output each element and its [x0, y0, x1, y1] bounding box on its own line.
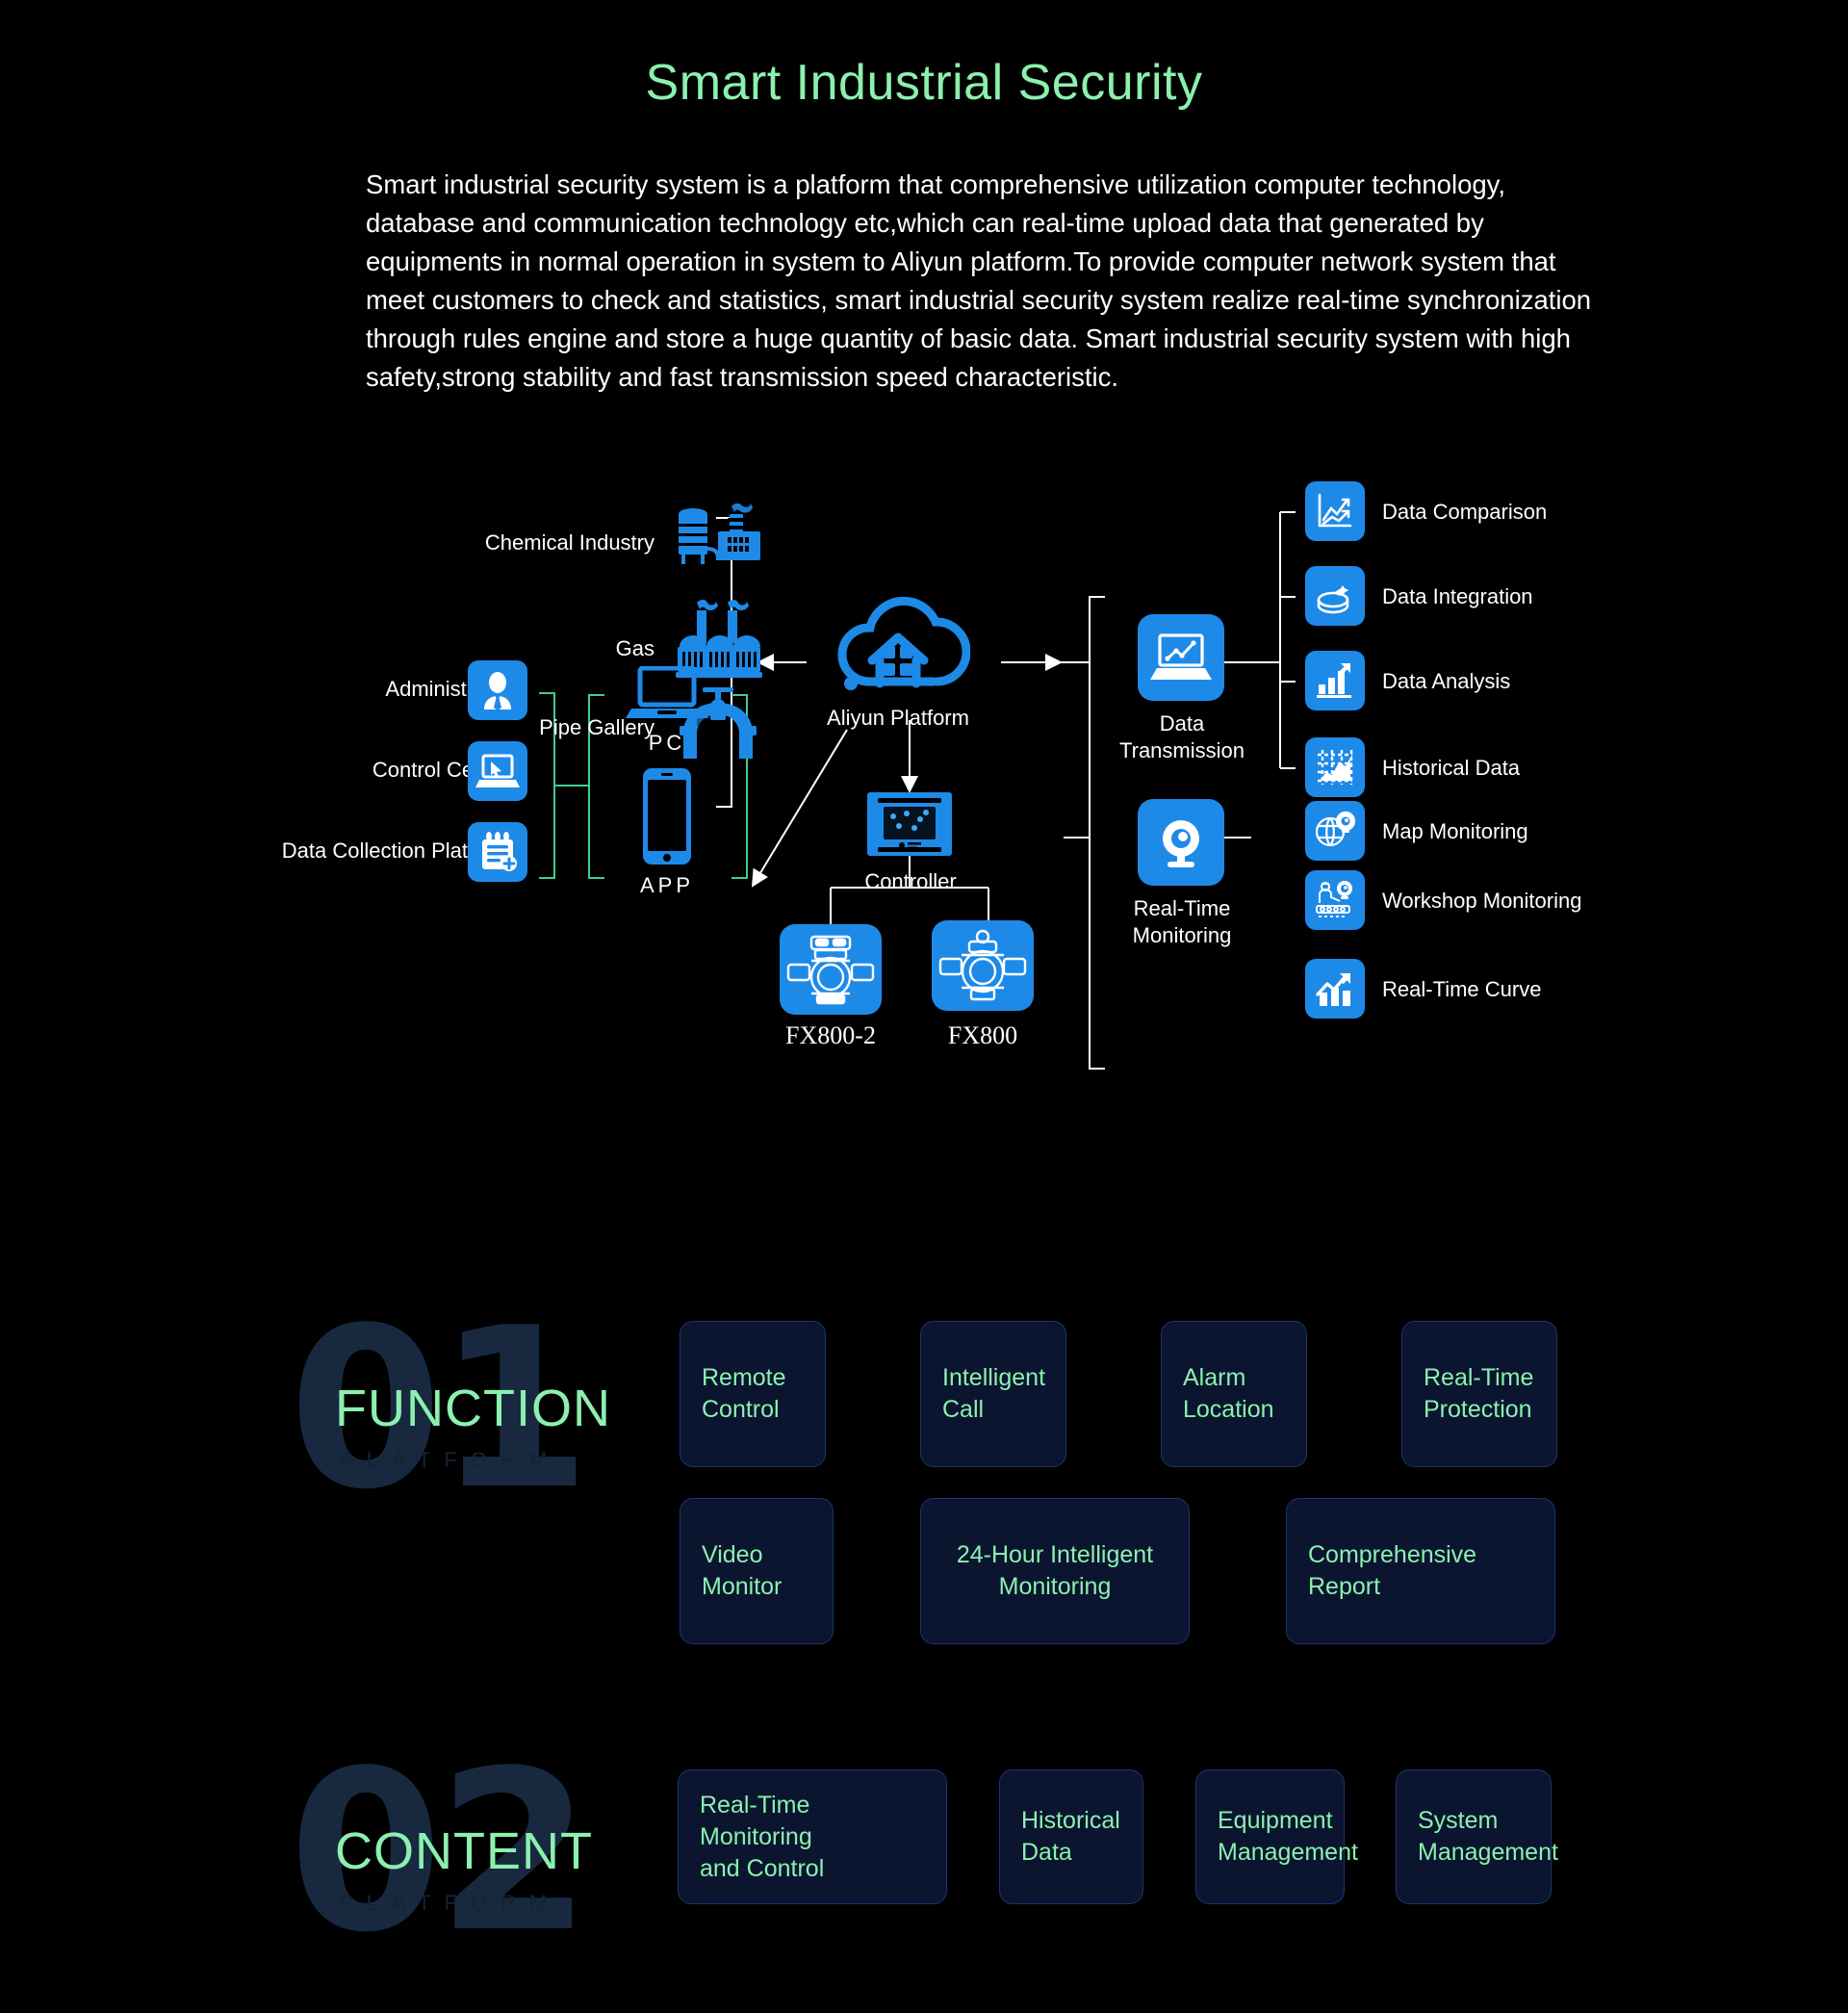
data-output-label-1: Data Integration [1382, 584, 1533, 608]
content-card-historical-data[interactable]: Historical Data [999, 1769, 1143, 1904]
data-transmission-label: Data Transmission [1119, 711, 1245, 762]
monitor-output-label-2: Real-Time Curve [1382, 977, 1542, 1001]
curve-bar-icon [1305, 959, 1365, 1019]
content-card-system-management[interactable]: System Management [1396, 1769, 1558, 1904]
section-title-function: FUNCTION [335, 1380, 611, 1437]
gas-detector-2-icon [780, 924, 882, 1015]
source-label-gas: Gas [615, 636, 654, 660]
platform-label: Aliyun Platform [827, 706, 969, 730]
pie-database-icon [1305, 566, 1365, 626]
function-card-comprehensive-report[interactable]: Comprehensive Report [1286, 1498, 1555, 1644]
architecture-diagram: Chemical Industry Gas Pipe Gallery Aliyu… [0, 452, 1848, 1203]
function-card-24-hour-intelligent-monitoring[interactable]: 24-Hour Intelligent Monitoring [920, 1498, 1190, 1644]
gas-detector-icon [932, 920, 1034, 1011]
intro-paragraph: Smart industrial security system is a pl… [366, 169, 1592, 392]
conveyor-camera-icon [1305, 870, 1365, 930]
function-card-real-time-protection[interactable]: Real-Time Protection [1401, 1321, 1557, 1467]
user-label-data-collection-platform: Data Collection Platform [281, 839, 510, 863]
cloud-home-icon [826, 587, 971, 708]
section-subtitle-content: PLATFORM [339, 1891, 561, 1915]
client-label-app: APP [639, 873, 695, 897]
real-time-monitoring-label: Real-Time Monitoring [1132, 896, 1232, 947]
line-chart-compare-icon [1305, 481, 1365, 541]
content-card-real-time-monitoring-and-control[interactable]: Real-Time Monitoring and Control [678, 1769, 947, 1904]
controller-label: Controller [864, 869, 957, 893]
globe-camera-icon [1305, 801, 1365, 861]
monitor-output-label-0: Map Monitoring [1382, 819, 1528, 843]
smartphone-icon [637, 766, 697, 871]
section-title-content: CONTENT [335, 1822, 593, 1880]
bar-chart-arrow-icon [1305, 651, 1365, 710]
source-label-chemical-industry: Chemical Industry [484, 530, 654, 555]
function-card-alarm-location[interactable]: Alarm Location [1161, 1321, 1307, 1467]
section-subtitle-function: PLATFORM [339, 1448, 561, 1472]
section-content: 02 CONTENT PLATFORM Real-Time Monitoring… [0, 1733, 1848, 1993]
client-label-pc: PC [648, 731, 686, 755]
webcam-icon [1138, 799, 1224, 886]
laptop-cursor-icon [468, 741, 527, 801]
monitor-output-label-1: Workshop Monitoring [1382, 889, 1582, 913]
factory-icon [674, 499, 762, 577]
clipboard-add-icon [468, 822, 527, 882]
function-card-video-monitor[interactable]: Video Monitor [680, 1498, 834, 1644]
function-card-remote-control[interactable]: Remote Control [680, 1321, 826, 1467]
page-title: Smart Industrial Security [645, 55, 1203, 111]
section-function: 01 FUNCTION PLATFORM Remote Control Inte… [0, 1290, 1848, 1733]
laptop-chart-icon [1138, 614, 1224, 701]
controller-panel-icon [864, 789, 955, 867]
data-output-label-2: Data Analysis [1382, 669, 1511, 693]
user-tie-icon [468, 660, 527, 720]
device-label-fx800-2: FX800-2 [785, 1021, 876, 1049]
data-output-label-3: Historical Data [1382, 756, 1521, 780]
device-label-fx800: FX800 [947, 1021, 1018, 1049]
content-card-equipment-management[interactable]: Equipment Management [1195, 1769, 1358, 1904]
poster-root: Smart Industrial Security Smart industri… [0, 0, 1848, 2013]
history-graph-icon [1305, 737, 1365, 797]
data-output-label-0: Data Comparison [1382, 500, 1548, 524]
function-card-intelligent-call[interactable]: Intelligent Call [920, 1321, 1066, 1467]
laptop-icon [626, 665, 708, 729]
